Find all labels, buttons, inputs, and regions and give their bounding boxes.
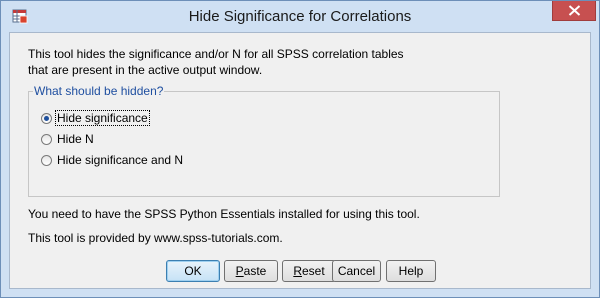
radio-hide-n[interactable]: Hide N <box>41 132 95 146</box>
radio-button[interactable] <box>41 154 52 166</box>
provider-note: This tool is provided by www.spss-tutori… <box>28 231 283 245</box>
cancel-button[interactable]: Cancel <box>332 260 381 282</box>
radio-label: Hide N <box>57 132 94 146</box>
paste-label-rest: aste <box>243 264 267 278</box>
title-bar[interactable]: Hide Significance for Correlations <box>1 1 599 32</box>
radio-hide-significance[interactable]: Hide significance <box>41 110 150 126</box>
radio-label: Hide significance <box>55 110 150 126</box>
close-icon <box>568 5 581 16</box>
group-legend: What should be hidden? <box>34 84 164 98</box>
ok-button[interactable]: OK <box>166 260 220 282</box>
hide-options-group: What should be hidden? Hide significance… <box>28 84 500 197</box>
close-button[interactable] <box>552 1 596 21</box>
radio-button-selected[interactable] <box>41 112 52 124</box>
help-button[interactable]: Help <box>386 260 436 282</box>
radio-label: Hide significance and N <box>57 153 184 167</box>
dialog-body: This tool hides the significance and/or … <box>9 32 591 289</box>
reset-label-rest: eset <box>301 264 325 278</box>
radio-button[interactable] <box>41 133 52 145</box>
requirement-note: You need to have the SPSS Python Essenti… <box>28 207 420 221</box>
reset-button[interactable]: Reset <box>282 260 336 282</box>
description-line-2: that are present in the active output wi… <box>28 63 263 77</box>
paste-mnemonic: P <box>235 264 244 278</box>
reset-mnemonic: R <box>293 264 302 278</box>
paste-button[interactable]: Paste <box>224 260 278 282</box>
dialog-window: Hide Significance for Correlations This … <box>0 0 600 298</box>
radio-hide-significance-and-n[interactable]: Hide significance and N <box>41 153 184 167</box>
window-title: Hide Significance for Correlations <box>188 8 412 25</box>
description-line-1: This tool hides the significance and/or … <box>28 47 404 61</box>
description: This tool hides the significance and/or … <box>28 46 404 78</box>
